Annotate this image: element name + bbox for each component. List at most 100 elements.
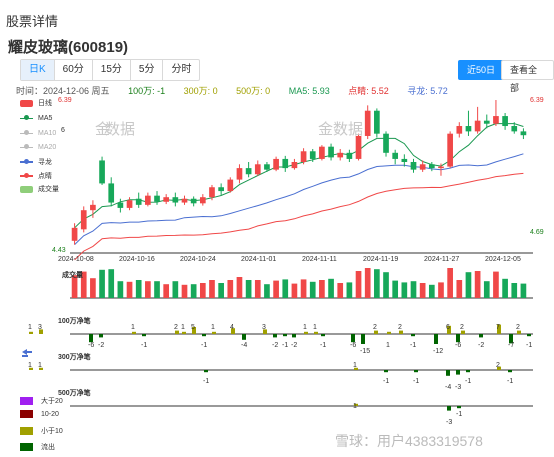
volume-bar — [419, 283, 426, 298]
flow100-value-bar — [132, 331, 136, 334]
x-tick-label: 2024-10-24 — [180, 256, 216, 263]
flow100-value-bar — [273, 334, 277, 338]
volume-bar — [438, 282, 444, 298]
flow100-value-bar — [517, 330, 521, 334]
flow100-value-bar — [292, 334, 296, 338]
flow500-value-bar — [457, 406, 461, 409]
legend-item-outflow[interactable]: 流出 — [20, 442, 55, 452]
watermark: 金 — [318, 121, 334, 138]
candle-body — [502, 116, 508, 127]
volume-bar — [474, 271, 481, 298]
volume-bar — [163, 284, 170, 298]
volume-bar — [346, 282, 353, 298]
volume-bar — [319, 280, 325, 298]
flow500-value: -3 — [446, 419, 453, 426]
candle-body — [71, 227, 78, 241]
flow100-value-bar — [283, 334, 287, 337]
flow100-value-bar — [399, 330, 403, 334]
candle-body — [181, 198, 188, 203]
candle-body — [90, 204, 96, 211]
volume-bar — [135, 280, 142, 298]
flow100-value: -15 — [360, 348, 371, 355]
volume-bar — [99, 269, 105, 298]
flow100-value: 1 — [28, 324, 32, 331]
candle-body — [428, 164, 435, 169]
legend-item-gt20[interactable]: 大于20 — [20, 396, 63, 406]
volume-bar — [300, 279, 307, 298]
legend-item-lt10[interactable]: 小于10 — [20, 426, 63, 436]
candle-body — [401, 158, 408, 162]
volume-bar — [392, 280, 399, 298]
flow300-value: 1 — [38, 362, 42, 369]
volume-bar — [254, 280, 261, 298]
flow100-value-bar — [321, 334, 325, 337]
flow100-value-bar — [202, 334, 206, 337]
flow100-value: -1 — [141, 342, 148, 349]
flow300-value-bar — [204, 370, 208, 373]
flow100-value: -2 — [98, 342, 105, 349]
candle-body — [456, 126, 463, 134]
candle-body — [99, 160, 105, 184]
candle-body — [410, 161, 417, 170]
candle-body — [291, 161, 298, 169]
volume-bar — [483, 281, 490, 298]
flow100-value: -2 — [478, 342, 485, 349]
flow300-value: -1 — [465, 378, 472, 385]
flow300-value-bar — [508, 370, 512, 373]
candle-body — [364, 110, 371, 136]
flow300-value: -1 — [507, 378, 514, 385]
candle-body — [374, 110, 380, 134]
volume-bar — [355, 271, 362, 298]
flow100-value-bar — [374, 330, 378, 334]
x-tick-label: 2024-11-27 — [424, 256, 460, 263]
flow100-value: 3 — [262, 324, 266, 331]
legend-label: 流出 — [41, 444, 55, 451]
volume-bar — [428, 284, 435, 298]
volume-bar — [218, 283, 224, 298]
candle-body — [282, 158, 289, 169]
volume-bar — [511, 283, 518, 298]
flow300-value: 1 — [353, 362, 357, 369]
candle-body — [209, 187, 215, 198]
flow100-label: 100万净笔 — [58, 318, 91, 325]
candle-body — [392, 152, 399, 159]
candle-body — [300, 151, 307, 162]
candle-body — [145, 195, 151, 205]
volume-bar — [383, 272, 389, 298]
candle-body — [172, 197, 179, 203]
volume-bar — [154, 281, 160, 298]
flow100-value-bar — [351, 334, 355, 343]
volume-bar — [456, 280, 463, 298]
ma5-line — [74, 123, 524, 229]
candle-body — [419, 164, 426, 170]
candle-body — [319, 146, 325, 159]
volume-bar — [337, 283, 344, 298]
flow100-value-bar — [29, 331, 33, 334]
flow100-value-bar — [411, 334, 415, 337]
legend-item-10-20[interactable]: 10-20 — [20, 410, 59, 418]
candle-body — [264, 164, 270, 170]
flow100-value: 5 — [191, 324, 195, 331]
flow300-value: -3 — [455, 384, 462, 391]
candle-body — [135, 198, 142, 205]
flow300-value-bar — [446, 370, 450, 376]
flow100-value-bar — [434, 334, 438, 344]
x-tick-label: 2024-10-08 — [58, 256, 94, 263]
flow100-value: -2 — [272, 342, 279, 349]
volume-bar — [364, 268, 371, 298]
flow100-value: -2 — [291, 342, 298, 349]
flow100-value: 1 — [303, 324, 307, 331]
flow100-value-bar — [387, 331, 391, 334]
flow100-value: -6 — [88, 342, 95, 349]
flow100-value-bar — [527, 334, 531, 337]
flow100-value-bar — [304, 331, 308, 334]
flow100-value: -4 — [241, 342, 248, 349]
flow100-value: 3 — [38, 324, 42, 331]
legend-swatch — [20, 410, 33, 418]
volume-bar — [273, 280, 279, 298]
candle-body — [154, 195, 160, 202]
volume-bar — [108, 269, 115, 298]
volume-bar — [374, 269, 380, 298]
candle-body — [190, 198, 197, 204]
watermark: 数据 — [333, 121, 364, 138]
